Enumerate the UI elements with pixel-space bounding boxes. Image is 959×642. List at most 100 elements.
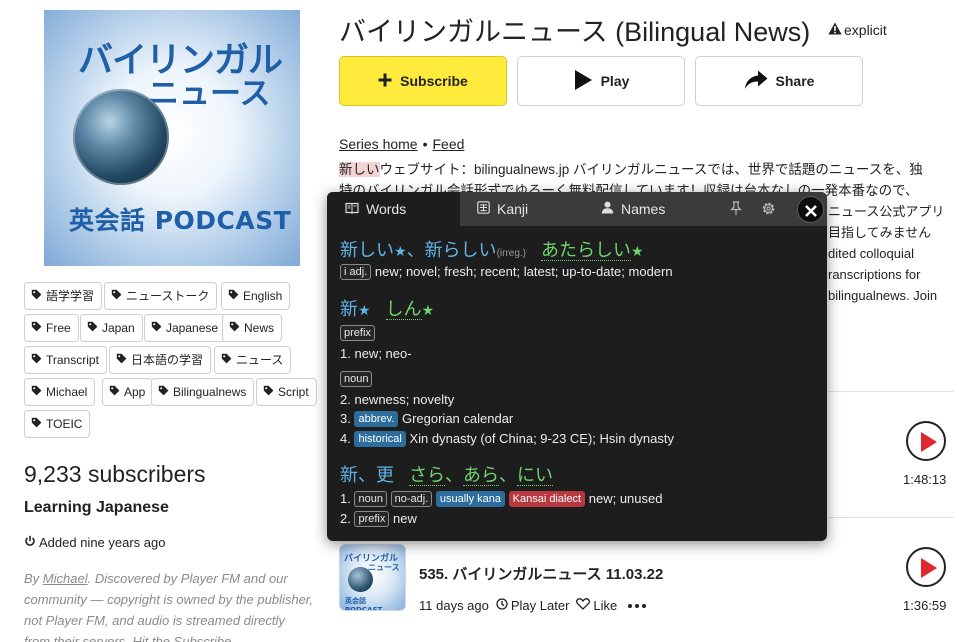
tag-label: ニュース (236, 353, 284, 367)
tab-kanji[interactable]: Kanji (477, 192, 528, 226)
episode-play-button[interactable] (906, 547, 946, 587)
book-icon (345, 201, 359, 217)
tag-chip[interactable]: Transcript (24, 346, 107, 374)
entry-headword: 新★ しん★ (340, 295, 434, 321)
dialect-tag: Kansai dialect (508, 490, 586, 507)
misc-tag: usually kana (435, 490, 505, 507)
highlighted-word[interactable]: 新しい (339, 162, 380, 177)
pin-icon[interactable] (730, 201, 742, 221)
tag-chip[interactable]: ニューストーク (104, 282, 218, 310)
definition-text: Xin dynasty (of China; 9-23 CE); Hsin dy… (409, 431, 674, 446)
share-button[interactable]: Share (695, 56, 863, 106)
more-options-icon[interactable] (628, 603, 647, 608)
sense-row: 4. historical Xin dynasty (of China; 9-2… (340, 430, 674, 447)
tag-label: TOEIC (46, 417, 83, 431)
subscribe-button[interactable]: Subscribe (339, 56, 507, 106)
link-separator: • (422, 136, 428, 152)
play-button[interactable]: Play (517, 56, 685, 106)
kanji-icon (477, 201, 490, 217)
irregular-label: (irreg.) (496, 248, 527, 259)
disclaimer: By Michael. Discovered by Player FM and … (24, 568, 314, 642)
tag-label: Bilingualnews (173, 385, 247, 399)
feed-link[interactable]: Feed (433, 136, 465, 152)
tab-words[interactable]: Words (327, 192, 460, 226)
description-fragment: 目指してみません (828, 225, 932, 240)
tab-names[interactable]: Names (601, 192, 665, 226)
pos-row: noun (340, 369, 373, 389)
definition-text: new (393, 511, 417, 526)
episode-age: 11 days ago (419, 598, 489, 613)
heart-icon (576, 598, 591, 613)
divider (828, 517, 954, 518)
tag-chip[interactable]: 語学学習 (24, 282, 103, 310)
close-button[interactable] (797, 196, 824, 223)
tag-chip[interactable]: English (221, 282, 291, 310)
tag-chip[interactable]: TOEIC (24, 410, 91, 438)
kanji-form: 更 (376, 465, 394, 485)
tag-icon (263, 379, 274, 405)
tag-label: Japanese (166, 321, 219, 335)
tag-label: 語学学習 (46, 289, 95, 303)
play-later-label: Play Later (510, 598, 570, 613)
tag-icon (31, 411, 42, 437)
tag-label: Michael (46, 385, 88, 399)
episode-meta: 11 days ago Play Later Like (419, 598, 647, 613)
tag-chip[interactable]: Free (24, 314, 79, 342)
play-icon (921, 432, 937, 452)
close-icon (805, 204, 817, 222)
definition-text: new; unused (588, 491, 663, 506)
tag-chip[interactable]: Bilingualnews (151, 378, 255, 406)
tag-chip[interactable]: App (102, 378, 154, 406)
tag-label: News (244, 321, 275, 335)
tag-chip[interactable]: Japanese (144, 314, 227, 342)
tag-chip[interactable]: Japan (80, 314, 143, 342)
tag-chip[interactable]: Script (256, 378, 317, 406)
tag-label: Transcript (46, 353, 99, 367)
series-links: Series home • Feed (339, 136, 464, 152)
kanji-form: 新らしい (424, 240, 497, 260)
tag-label: English (243, 289, 283, 303)
plus-icon (378, 73, 392, 90)
explicit-label: explicit (844, 22, 887, 38)
tag-icon (229, 315, 240, 341)
misc-tag: abbrev. (354, 410, 399, 427)
definition-text: new; neo- (354, 346, 412, 361)
tag-chip[interactable]: ニュース (214, 346, 292, 374)
share-icon (744, 70, 768, 93)
description-visible-right: ニュース公式アプリ 目指してみません dited colloquial ranscri… (828, 201, 956, 306)
description-fragment: bilingualnews. Join (828, 288, 938, 303)
series-home-link[interactable]: Series home (339, 136, 418, 152)
tag-icon (111, 283, 122, 309)
tag-icon (221, 347, 232, 373)
description-line1: ウェブサイト：bilingualnews.jp バイリンガルニュースでは、世界で… (379, 162, 923, 177)
tag-icon (109, 379, 120, 405)
like-button[interactable]: Like (576, 598, 617, 613)
common-star-icon: ★ (394, 243, 407, 259)
entry-definition: i adj. new; novel; fresh; recent; latest… (340, 262, 673, 282)
tag-chip[interactable]: News (222, 314, 283, 342)
entry-headword: 新しい★、新らしい(irreg.) あたらしい★ (340, 240, 644, 261)
clock-icon (496, 598, 508, 613)
episode-play-button[interactable] (906, 421, 946, 461)
tag-chip[interactable]: 日本語の学習 (109, 346, 212, 374)
thumb-title-jp2: ニュース (368, 563, 400, 572)
gear-icon[interactable] (761, 201, 776, 221)
category-link[interactable]: Learning Japanese (24, 499, 169, 517)
definition-text: new; novel; fresh; recent; latest; up-to… (374, 264, 673, 279)
definition-text: newness; novelty (354, 392, 455, 407)
tab-words-label: Words (366, 201, 407, 217)
sense-row: 1. new; neo- (340, 346, 412, 361)
tag-label: 日本語の学習 (131, 353, 204, 367)
cover-title-jp2: ニュース (148, 76, 271, 112)
common-star-icon: ★ (421, 302, 435, 318)
pos-tag: noun (340, 370, 373, 387)
reading: あたらしい (541, 240, 632, 261)
episode-title[interactable]: 535. バイリンガルニュース 11.03.22 (419, 563, 663, 584)
kanji-form: 新しい (340, 240, 394, 260)
tag-chip[interactable]: Michael (24, 378, 96, 406)
pos-tag: no-adj. (390, 490, 433, 507)
episode-thumbnail[interactable]: バイリンガル ニュース 英会話 PODCAST (339, 544, 406, 611)
author-link[interactable]: Michael (43, 571, 88, 586)
play-later-button[interactable]: Play Later (496, 598, 570, 613)
tag-icon (151, 315, 162, 341)
